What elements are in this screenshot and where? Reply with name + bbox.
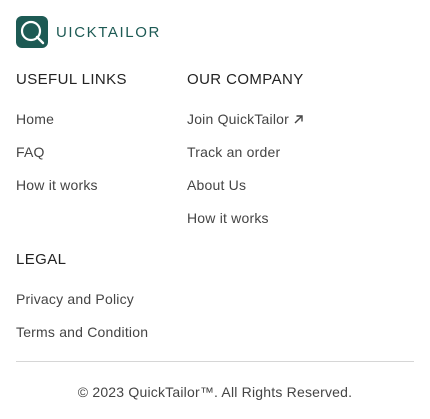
footer-link-terms[interactable]: Terms and Condition xyxy=(16,324,148,340)
external-link-icon xyxy=(294,114,303,123)
footer-link-home[interactable]: Home xyxy=(16,111,54,127)
legal-heading: LEGAL xyxy=(16,251,67,268)
copyright-text: © 2023 QuickTailor™. All Rights Reserved… xyxy=(77,384,353,400)
our-company-heading: OUR COMPANY xyxy=(187,71,304,88)
footer-link-privacy-policy[interactable]: Privacy and Policy xyxy=(16,291,134,307)
footer-link-how-it-works-company[interactable]: How it works xyxy=(187,210,269,226)
useful-links-heading: USEFUL LINKS xyxy=(16,71,127,88)
brand-logo[interactable]: UICKTAILOR xyxy=(16,16,161,48)
brand-name: UICKTAILOR xyxy=(56,23,161,41)
footer-divider xyxy=(16,361,414,362)
footer-link-faq[interactable]: FAQ xyxy=(16,144,45,160)
footer-link-join-quicktailor[interactable]: Join QuickTailor xyxy=(187,111,304,127)
footer-link-about-us[interactable]: About Us xyxy=(187,177,246,193)
join-quicktailor-label: Join QuickTailor xyxy=(187,111,290,127)
footer-link-how-it-works[interactable]: How it works xyxy=(16,177,98,193)
q-logo-icon xyxy=(16,16,48,48)
footer-link-track-order[interactable]: Track an order xyxy=(187,144,280,160)
